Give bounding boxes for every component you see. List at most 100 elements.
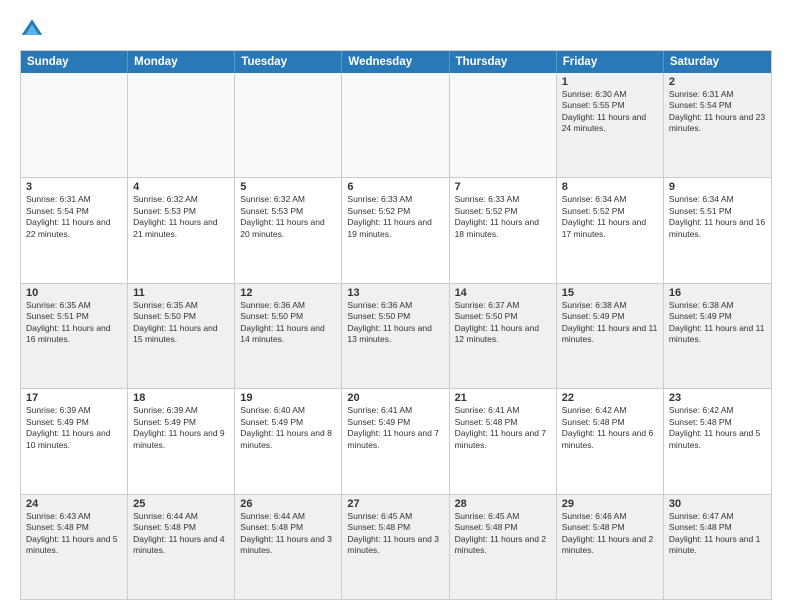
- day-number: 20: [347, 392, 443, 404]
- day-number: 25: [133, 498, 229, 510]
- day-info: Sunrise: 6:45 AMSunset: 5:48 PMDaylight:…: [455, 511, 551, 557]
- weekday-header: Saturday: [664, 51, 771, 73]
- calendar-cell: 26Sunrise: 6:44 AMSunset: 5:48 PMDayligh…: [235, 495, 342, 599]
- page: SundayMondayTuesdayWednesdayThursdayFrid…: [0, 0, 792, 612]
- day-info: Sunrise: 6:36 AMSunset: 5:50 PMDaylight:…: [240, 300, 336, 346]
- calendar-cell: 25Sunrise: 6:44 AMSunset: 5:48 PMDayligh…: [128, 495, 235, 599]
- day-info-line: Daylight: 11 hours and 16 minutes.: [26, 323, 122, 346]
- day-info-line: Sunrise: 6:31 AM: [669, 89, 766, 100]
- day-info-line: Sunrise: 6:38 AM: [669, 300, 766, 311]
- day-info-line: Daylight: 11 hours and 16 minutes.: [669, 217, 766, 240]
- day-info-line: Daylight: 11 hours and 11 minutes.: [562, 323, 658, 346]
- day-info-line: Daylight: 11 hours and 3 minutes.: [240, 534, 336, 557]
- day-number: 14: [455, 287, 551, 299]
- day-info: Sunrise: 6:41 AMSunset: 5:49 PMDaylight:…: [347, 405, 443, 451]
- calendar-cell: 24Sunrise: 6:43 AMSunset: 5:48 PMDayligh…: [21, 495, 128, 599]
- day-info-line: Sunset: 5:48 PM: [669, 522, 766, 533]
- day-info-line: Sunrise: 6:38 AM: [562, 300, 658, 311]
- day-info: Sunrise: 6:31 AMSunset: 5:54 PMDaylight:…: [26, 194, 122, 240]
- day-info: Sunrise: 6:37 AMSunset: 5:50 PMDaylight:…: [455, 300, 551, 346]
- day-info: Sunrise: 6:30 AMSunset: 5:55 PMDaylight:…: [562, 89, 658, 135]
- day-info-line: Daylight: 11 hours and 19 minutes.: [347, 217, 443, 240]
- day-info-line: Sunrise: 6:47 AM: [669, 511, 766, 522]
- day-number: 15: [562, 287, 658, 299]
- day-info: Sunrise: 6:40 AMSunset: 5:49 PMDaylight:…: [240, 405, 336, 451]
- day-number: 19: [240, 392, 336, 404]
- day-info-line: Daylight: 11 hours and 3 minutes.: [347, 534, 443, 557]
- day-info-line: Daylight: 11 hours and 2 minutes.: [562, 534, 658, 557]
- day-info: Sunrise: 6:33 AMSunset: 5:52 PMDaylight:…: [455, 194, 551, 240]
- day-number: 4: [133, 181, 229, 193]
- calendar-cell: 17Sunrise: 6:39 AMSunset: 5:49 PMDayligh…: [21, 389, 128, 493]
- calendar-cell: 12Sunrise: 6:36 AMSunset: 5:50 PMDayligh…: [235, 284, 342, 388]
- day-info-line: Daylight: 11 hours and 5 minutes.: [26, 534, 122, 557]
- day-info-line: Daylight: 11 hours and 18 minutes.: [455, 217, 551, 240]
- day-info-line: Sunset: 5:52 PM: [347, 206, 443, 217]
- day-info: Sunrise: 6:33 AMSunset: 5:52 PMDaylight:…: [347, 194, 443, 240]
- day-info-line: Sunrise: 6:44 AM: [133, 511, 229, 522]
- day-info-line: Sunset: 5:48 PM: [133, 522, 229, 533]
- calendar-cell: [235, 73, 342, 177]
- calendar-cell: 19Sunrise: 6:40 AMSunset: 5:49 PMDayligh…: [235, 389, 342, 493]
- day-number: 21: [455, 392, 551, 404]
- day-number: 13: [347, 287, 443, 299]
- day-info-line: Sunrise: 6:40 AM: [240, 405, 336, 416]
- day-info-line: Sunrise: 6:41 AM: [455, 405, 551, 416]
- calendar-cell: 11Sunrise: 6:35 AMSunset: 5:50 PMDayligh…: [128, 284, 235, 388]
- day-number: 27: [347, 498, 443, 510]
- day-info-line: Sunset: 5:49 PM: [347, 417, 443, 428]
- day-info: Sunrise: 6:45 AMSunset: 5:48 PMDaylight:…: [347, 511, 443, 557]
- calendar-cell: 20Sunrise: 6:41 AMSunset: 5:49 PMDayligh…: [342, 389, 449, 493]
- day-info-line: Daylight: 11 hours and 17 minutes.: [562, 217, 658, 240]
- day-info-line: Sunrise: 6:41 AM: [347, 405, 443, 416]
- day-info-line: Sunset: 5:51 PM: [669, 206, 766, 217]
- day-number: 6: [347, 181, 443, 193]
- day-info: Sunrise: 6:47 AMSunset: 5:48 PMDaylight:…: [669, 511, 766, 557]
- day-info-line: Sunset: 5:53 PM: [240, 206, 336, 217]
- day-info-line: Sunrise: 6:34 AM: [562, 194, 658, 205]
- day-info-line: Sunset: 5:49 PM: [562, 311, 658, 322]
- calendar-body: 1Sunrise: 6:30 AMSunset: 5:55 PMDaylight…: [21, 73, 771, 599]
- calendar-row: 3Sunrise: 6:31 AMSunset: 5:54 PMDaylight…: [21, 177, 771, 282]
- day-info: Sunrise: 6:42 AMSunset: 5:48 PMDaylight:…: [562, 405, 658, 451]
- calendar-cell: 8Sunrise: 6:34 AMSunset: 5:52 PMDaylight…: [557, 178, 664, 282]
- day-info-line: Sunset: 5:54 PM: [26, 206, 122, 217]
- day-info-line: Sunset: 5:52 PM: [562, 206, 658, 217]
- day-info-line: Sunset: 5:49 PM: [133, 417, 229, 428]
- day-info: Sunrise: 6:32 AMSunset: 5:53 PMDaylight:…: [133, 194, 229, 240]
- day-info-line: Sunrise: 6:32 AM: [133, 194, 229, 205]
- calendar-cell: 10Sunrise: 6:35 AMSunset: 5:51 PMDayligh…: [21, 284, 128, 388]
- day-info-line: Sunrise: 6:46 AM: [562, 511, 658, 522]
- day-info-line: Sunset: 5:50 PM: [347, 311, 443, 322]
- logo-icon: [20, 16, 44, 40]
- day-number: 7: [455, 181, 551, 193]
- day-info-line: Sunrise: 6:45 AM: [455, 511, 551, 522]
- calendar-row: 17Sunrise: 6:39 AMSunset: 5:49 PMDayligh…: [21, 388, 771, 493]
- calendar-cell: 28Sunrise: 6:45 AMSunset: 5:48 PMDayligh…: [450, 495, 557, 599]
- day-info: Sunrise: 6:43 AMSunset: 5:48 PMDaylight:…: [26, 511, 122, 557]
- day-info-line: Sunset: 5:48 PM: [240, 522, 336, 533]
- day-number: 26: [240, 498, 336, 510]
- day-number: 3: [26, 181, 122, 193]
- day-info: Sunrise: 6:34 AMSunset: 5:52 PMDaylight:…: [562, 194, 658, 240]
- weekday-header: Wednesday: [342, 51, 449, 73]
- day-info-line: Sunrise: 6:37 AM: [455, 300, 551, 311]
- day-info: Sunrise: 6:35 AMSunset: 5:50 PMDaylight:…: [133, 300, 229, 346]
- calendar-cell: 15Sunrise: 6:38 AMSunset: 5:49 PMDayligh…: [557, 284, 664, 388]
- day-number: 29: [562, 498, 658, 510]
- day-info-line: Sunset: 5:49 PM: [669, 311, 766, 322]
- weekday-header: Thursday: [450, 51, 557, 73]
- day-info-line: Sunrise: 6:33 AM: [347, 194, 443, 205]
- day-number: 5: [240, 181, 336, 193]
- day-info-line: Sunset: 5:55 PM: [562, 100, 658, 111]
- day-info-line: Daylight: 11 hours and 9 minutes.: [133, 428, 229, 451]
- day-info-line: Sunset: 5:48 PM: [562, 417, 658, 428]
- calendar-row: 1Sunrise: 6:30 AMSunset: 5:55 PMDaylight…: [21, 73, 771, 177]
- day-info-line: Daylight: 11 hours and 12 minutes.: [455, 323, 551, 346]
- calendar-cell: 9Sunrise: 6:34 AMSunset: 5:51 PMDaylight…: [664, 178, 771, 282]
- day-info-line: Sunrise: 6:42 AM: [562, 405, 658, 416]
- calendar-header: SundayMondayTuesdayWednesdayThursdayFrid…: [21, 51, 771, 73]
- day-info: Sunrise: 6:32 AMSunset: 5:53 PMDaylight:…: [240, 194, 336, 240]
- day-info-line: Sunset: 5:48 PM: [455, 522, 551, 533]
- day-info-line: Sunrise: 6:42 AM: [669, 405, 766, 416]
